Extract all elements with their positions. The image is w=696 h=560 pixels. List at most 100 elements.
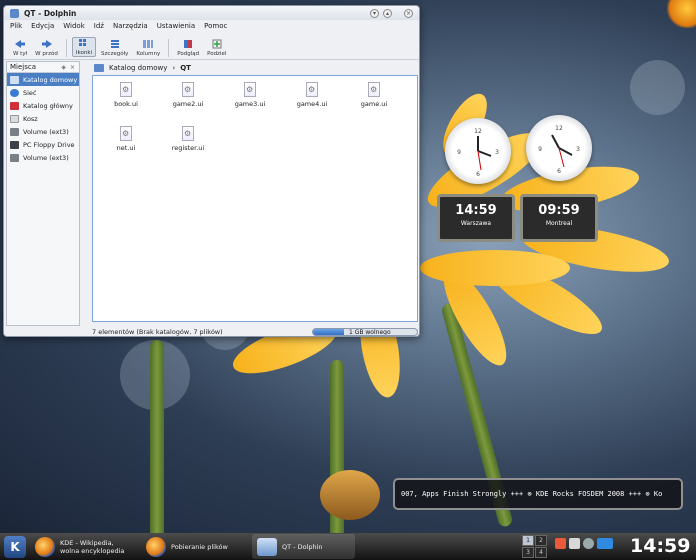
file-pane[interactable]: book.ui game2.ui game3.ui game4.ui game.… [92,75,418,322]
floppy-icon [10,140,19,149]
svg-text:3: 3 [576,146,580,153]
svg-text:6: 6 [476,171,480,178]
drive-icon [10,153,19,162]
dolphin-app-icon[interactable] [10,8,19,18]
forward-button[interactable]: W przód [32,39,61,57]
breadcrumb-current[interactable]: QT [180,64,191,72]
analog-clock-montreal: 12 3 6 9 [526,115,592,181]
network-icon [10,88,19,97]
toolbar: W tył W przód Ikonki Szczegóły Kolumny P… [4,32,419,60]
kde-menu-icon[interactable]: K [4,535,26,558]
file-item[interactable]: game4.ui [287,82,337,108]
sidebar-item-volume-2[interactable]: Volume (ext3) [7,151,79,164]
sidebar-item-label: Volume (ext3) [23,153,69,162]
clock-time: 14:59 [455,203,497,218]
float-icon[interactable]: ◈ [61,64,66,71]
dolphin-window[interactable]: QT - Dolphin ▾ ▴ × Plik Edycja Widok Idź… [3,5,420,337]
breadcrumb-root[interactable]: Katalog domowy [109,64,167,72]
maximize-icon[interactable]: ▴ [383,8,392,18]
sidebar-item-floppy[interactable]: PC Floppy Drive [7,138,79,151]
disk-space-fill [313,329,345,335]
clock-city: Warszawa [460,220,492,227]
file-name: game3.ui [234,100,266,108]
klipper-icon[interactable] [555,538,566,549]
sidebar-item-label: Volume (ext3) [23,127,69,136]
firefox-icon [146,536,166,557]
places-header: Miejsca ◈ × [7,62,79,73]
pager-desktop-2[interactable]: 2 [535,535,547,546]
file-name: book.ui [114,100,138,108]
file-name: game.ui [360,100,388,108]
sidebar-item-label: Katalog główny [23,101,73,110]
split-button[interactable]: Podziel [204,39,229,57]
task-firefox-wikipedia[interactable]: KDE - Wikipedia, wolna encyklopedia [30,534,137,559]
file-item[interactable]: book.ui [101,82,151,108]
file-item[interactable]: game3.ui [225,82,275,108]
minimize-icon[interactable]: ▾ [370,8,379,18]
file-name: net.ui [116,144,136,152]
preview-icon [184,40,193,48]
pager-desktop-1[interactable]: 1 [522,535,534,546]
pager-desktop-4[interactable]: 4 [535,547,547,558]
task-label: KDE - Wikipedia, wolna encyklopedia [60,538,125,555]
news-ticker[interactable]: 007, Apps Finish Strongly +++ ⊗ KDE Rock… [393,478,683,510]
sidebar-item-root[interactable]: Katalog główny [7,99,79,112]
places-title: Miejsca [10,63,37,71]
pager-desktop-3[interactable]: 3 [522,547,534,558]
menu-edit[interactable]: Edycja [31,22,54,30]
task-label: QT - Dolphin [282,542,323,551]
menu-settings[interactable]: Ustawienia [157,22,195,30]
monitor-icon[interactable] [597,538,613,549]
icons-view-icon [78,39,86,46]
sidebar-item-label: Katalog domowy [23,75,78,84]
drive-icon [10,127,19,136]
file-item[interactable]: game.ui [349,82,399,108]
svg-text:3: 3 [495,149,499,156]
task-label: Pobieranie plików [171,542,228,551]
task-firefox-downloads[interactable]: Pobieranie plików [141,534,248,559]
sidebar-item-label: PC Floppy Drive [23,140,75,149]
sidebar-item-trash[interactable]: Kosz [7,112,79,125]
preview-button[interactable]: Podgląd [174,39,202,57]
panel-close-icon[interactable]: × [70,64,75,71]
sidebar-item-volume-1[interactable]: Volume (ext3) [7,125,79,138]
svg-text:12: 12 [474,128,482,135]
menu-go[interactable]: Idź [94,22,104,30]
file-item[interactable]: register.ui [163,126,213,152]
sidebar-item-home[interactable]: Katalog domowy [7,73,79,86]
file-view: Katalog domowy › QT book.ui game2.ui gam… [92,61,418,326]
svg-text:9: 9 [538,146,542,153]
panel-clock[interactable]: 14:59 [630,535,690,557]
disk-space-bar[interactable]: 1 GB wolnego [312,328,418,336]
system-tray [555,538,613,549]
sidebar-item-network[interactable]: Sieć [7,86,79,99]
preview-label: Podgląd [177,51,200,57]
clock-city: Montreal [545,220,573,227]
task-dolphin[interactable]: QT - Dolphin [252,534,355,559]
camera-icon[interactable] [569,538,580,549]
desktop-pager: 1 2 3 4 [522,535,547,558]
back-button[interactable]: W tył [10,39,30,57]
digital-clock-warszawa: 14:59 Warszawa [437,194,515,242]
clock-time: 09:59 [538,203,580,218]
menu-view[interactable]: Widok [63,22,85,30]
breadcrumb: Katalog domowy › QT [92,61,418,75]
details-view-label: Szczegóły [101,51,129,57]
file-item[interactable]: net.ui [101,126,151,152]
columns-view-button[interactable]: Kolumny [133,39,163,57]
analog-clock-warszawa: 12 3 6 9 [445,118,511,184]
details-view-button[interactable]: Szczegóły [98,39,131,57]
menu-file[interactable]: Plik [10,22,22,30]
firefox-icon [35,536,55,557]
breadcrumb-separator: › [172,64,176,72]
volume-icon[interactable] [583,538,594,549]
kde-cashew-icon[interactable] [666,0,696,28]
close-icon[interactable]: × [404,8,413,18]
icons-view-button[interactable]: Ikonki [71,37,97,57]
window-titlebar[interactable]: QT - Dolphin ▾ ▴ × [4,6,419,20]
menu-help[interactable]: Pomoc [204,22,227,30]
status-bar: 7 elementów (Brak katalogów, 7 plików) 1… [92,327,418,337]
places-panel: Miejsca ◈ × Katalog domowy Sieć Katalog … [6,61,80,326]
file-item[interactable]: game2.ui [163,82,213,108]
menu-tools[interactable]: Narzędzia [113,22,148,30]
